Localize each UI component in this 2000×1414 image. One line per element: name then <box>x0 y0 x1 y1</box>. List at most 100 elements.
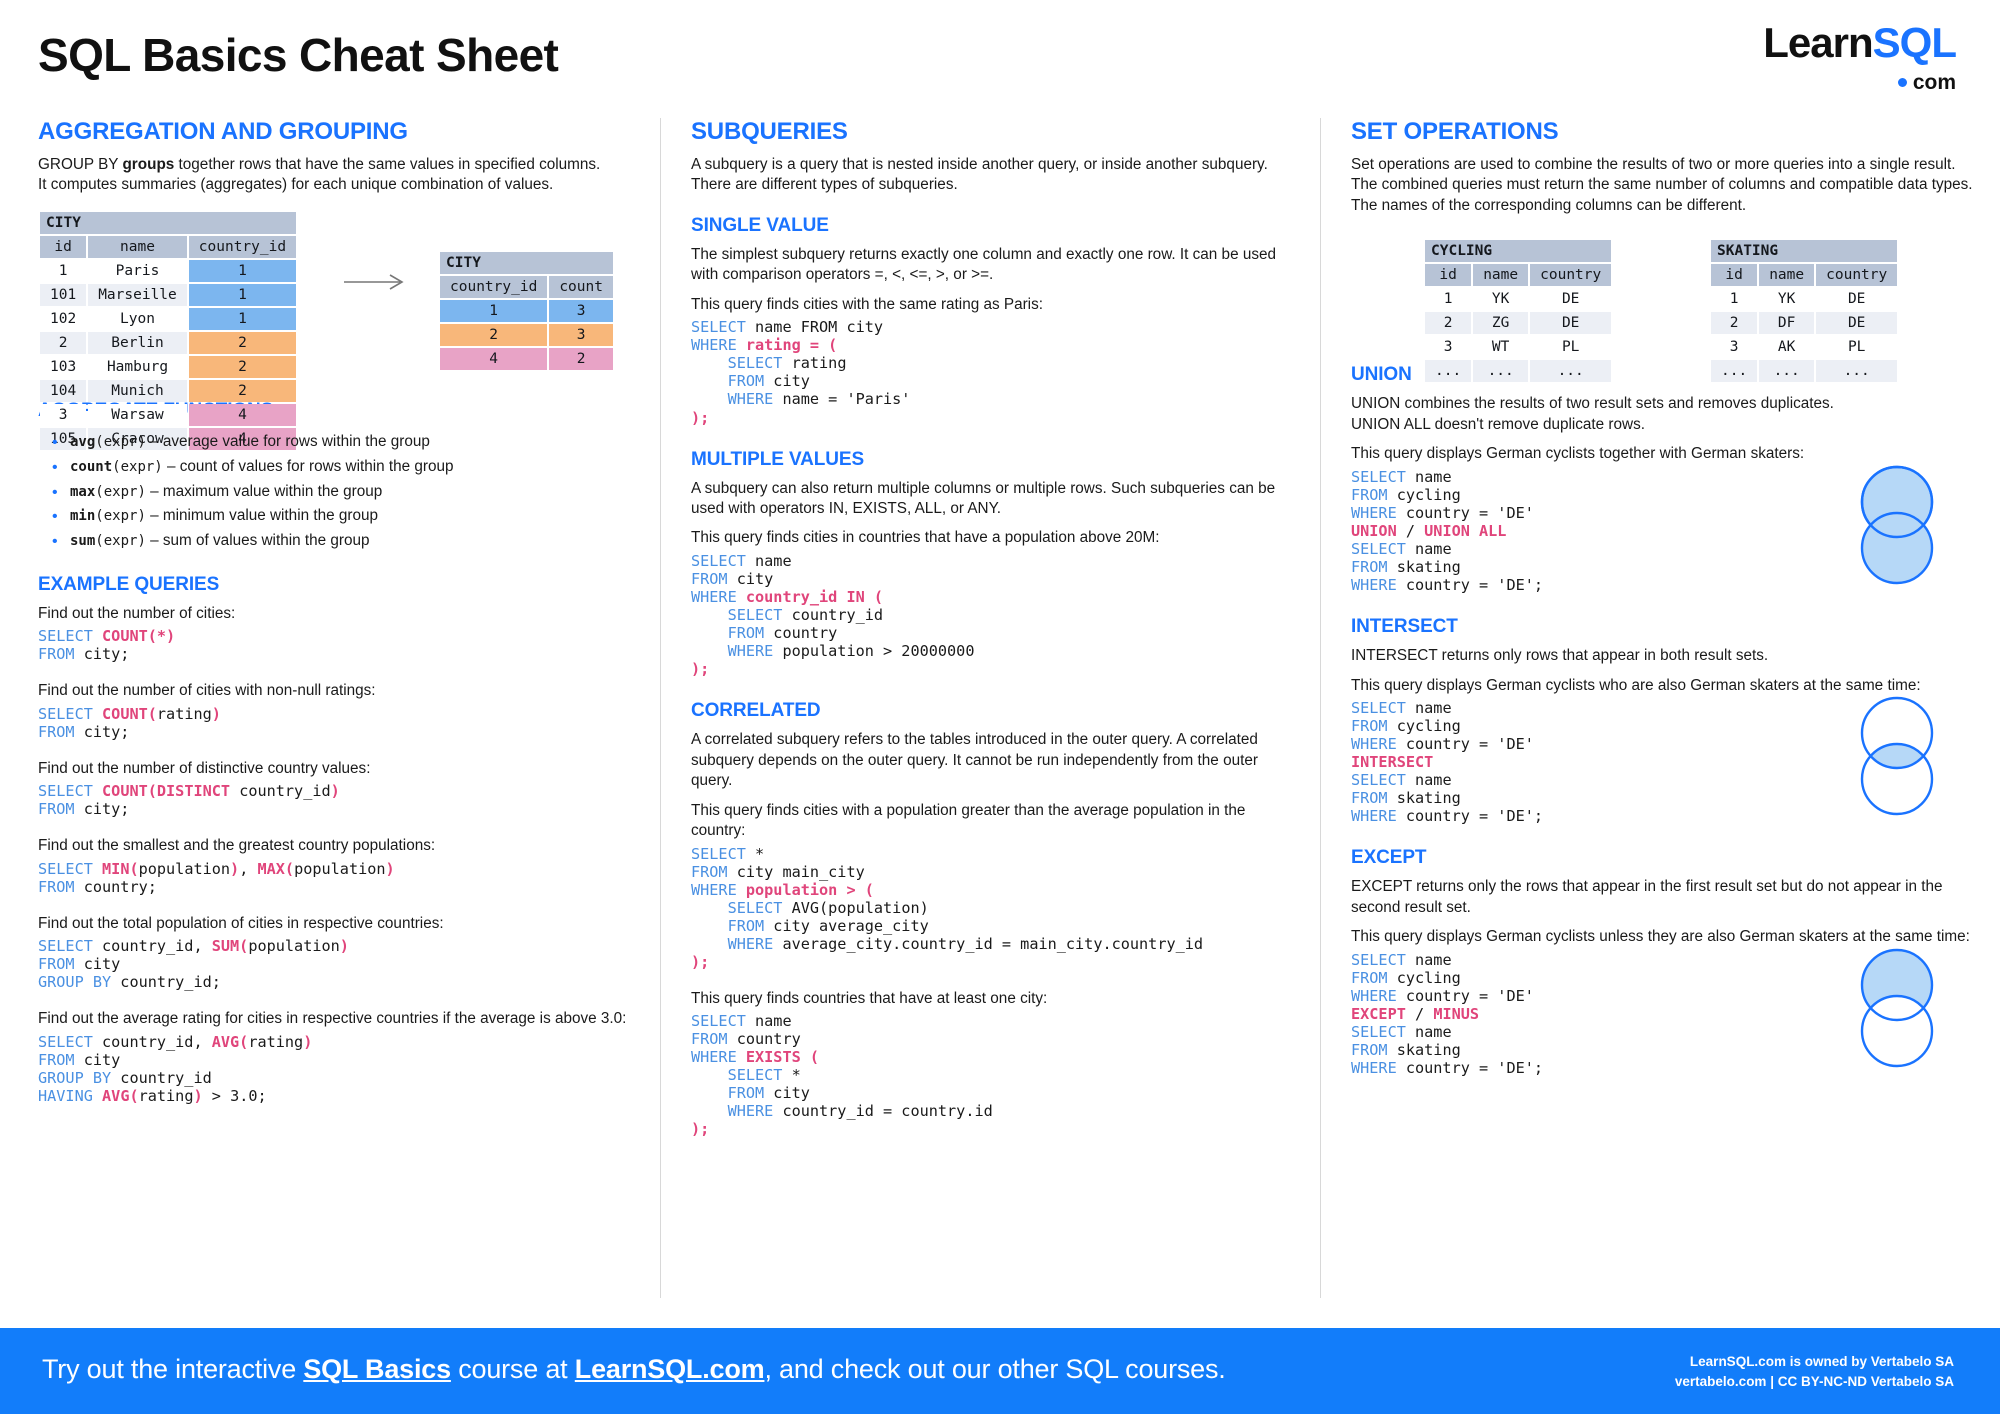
cell-id: 3 <box>40 403 87 426</box>
code-min-max: SELECT MIN(population), MAX(population) … <box>38 859 395 896</box>
set-operations-tables: CYCLING id name country 1 YK DE 2 ZG DE 3 WT PL.....… <box>1351 238 1976 383</box>
table-skating: SKATING id name country 1 YK DE 2 DF DE 3 AK PL.....… <box>1709 238 1899 384</box>
union-desc-line1: UNION combines the results of two result… <box>1351 395 1834 413</box>
section-heading-set-operations: SET OPERATIONS <box>1351 118 1559 145</box>
cell-name: Munich <box>88 379 187 402</box>
table-row: ......... <box>1711 360 1898 383</box>
list-item: • count(expr) – count of values for rows … <box>50 455 636 480</box>
table-cell: YK <box>1473 288 1529 311</box>
table-row: 2 ZG DE <box>1425 312 1612 335</box>
table-row: 23 <box>440 323 613 346</box>
table-column-header: country_id <box>440 275 548 298</box>
content-columns: AGGREGATION AND GROUPING GROUP BY groups… <box>0 118 2000 1298</box>
aggregation-intro-line2: It computes summaries (aggregates) for e… <box>38 176 554 194</box>
footer-link-sql-basics[interactable]: SQL Basics <box>303 1354 451 1384</box>
venn-union-icon <box>1860 465 1934 585</box>
table-column-header: country <box>1530 264 1612 287</box>
aggregate-fn-arg: (expr) <box>112 458 163 475</box>
bullet-icon: • <box>52 483 58 501</box>
table-cell: ... <box>1711 360 1758 383</box>
cell-count: 2 <box>549 347 613 370</box>
cheat-sheet-page: SQL Basics Cheat Sheet LearnSQL com AGGR… <box>0 0 2000 1414</box>
subheading-example-queries: EXAMPLE QUERIES <box>38 573 220 595</box>
aggregate-fn-desc: – sum of values within the group <box>145 532 370 550</box>
aggregate-fn-desc: – count of values for rows within the gr… <box>162 457 454 475</box>
table-row: 3 Warsaw 4 <box>40 403 297 426</box>
code-count-rating: SELECT COUNT(rating) FROM city; <box>38 704 221 741</box>
table-cell: DE <box>1530 288 1612 311</box>
aggregate-fn-desc: – maximum value within the group <box>145 482 383 500</box>
table-column-header: name <box>1473 264 1529 287</box>
single-value-desc: The simplest subquery returns exactly on… <box>691 245 1276 284</box>
single-value-caption: This query finds cities with the same ra… <box>691 295 1043 313</box>
cell-name: Hamburg <box>88 355 187 378</box>
list-item: • sum(expr) – sum of values within the gr… <box>50 529 636 554</box>
code-sum-group-by: SELECT country_id, SUM(population) FROM … <box>38 937 349 992</box>
footer-cta-mid: course at <box>450 1354 575 1384</box>
cell-country-id: 1 <box>188 283 297 306</box>
example-caption-4: Find out the smallest and the greatest c… <box>38 837 436 855</box>
except-desc: EXCEPT returns only the rows that appear… <box>1351 878 1943 916</box>
cell-country-id: 2 <box>440 323 548 346</box>
set-operations-intro: Set operations are used to combine the r… <box>1351 156 1973 214</box>
list-item: • min(expr) – minimum value within the gr… <box>50 504 636 529</box>
table-row: 3 WT PL <box>1425 336 1612 359</box>
table-column-header: id <box>1711 264 1758 287</box>
table-cell: ZG <box>1473 312 1529 335</box>
cell-country-id: 4 <box>188 403 297 426</box>
subheading-multiple-values: MULTIPLE VALUES <box>691 448 865 470</box>
arrow-right-icon <box>344 274 404 290</box>
bullet-icon: • <box>52 533 58 551</box>
table-row: ......... <box>1425 360 1612 383</box>
table-row: 1 YK DE <box>1425 288 1612 311</box>
example-caption-6: Find out the average rating for cities i… <box>38 1010 627 1028</box>
table-row: 101 Marseille 1 <box>40 283 297 306</box>
union-desc-line2: UNION ALL doesn't remove duplicate rows. <box>1351 415 1645 433</box>
cell-name: Marseille <box>88 283 187 306</box>
subheading-intersect: INTERSECT <box>1351 616 1458 638</box>
table-title: CITY <box>440 251 613 274</box>
footer-cta-post: , and check out our other SQL courses. <box>764 1354 1226 1384</box>
bullet-icon: • <box>52 458 58 476</box>
aggregate-fn-name: max <box>70 483 96 500</box>
table-cell: PL <box>1530 336 1612 359</box>
cell-id: 102 <box>40 307 87 330</box>
aggregate-function-list: • avg(expr) – average value for rows with… <box>50 430 636 554</box>
table-column-header: id <box>1425 264 1472 287</box>
logo-com-text: com <box>1912 71 1956 94</box>
cell-id: 1 <box>40 259 87 282</box>
logo-dot-icon <box>1897 78 1907 87</box>
table-cell: ... <box>1759 360 1815 383</box>
footer-link-learnsql[interactable]: LearnSQL.com <box>575 1354 765 1384</box>
section-heading-aggregation: AGGREGATION AND GROUPING <box>38 118 408 145</box>
multiple-values-caption: This query finds cities in countries tha… <box>691 529 1160 547</box>
table-row: 3 AK PL <box>1711 336 1898 359</box>
table-cell: ... <box>1425 360 1472 383</box>
table-cycling: CYCLING id name country 1 YK DE 2 ZG DE 3 WT PL.....… <box>1423 238 1613 384</box>
table-row: 102 Lyon 1 <box>40 307 297 330</box>
correlated-caption-1: This query finds cities with a populatio… <box>691 801 1246 840</box>
example-caption-1: Find out the number of cities: <box>38 604 236 622</box>
section-heading-subqueries: SUBQUERIES <box>691 118 848 145</box>
table-cell: DE <box>1816 312 1898 335</box>
table-row: 103 Hamburg 2 <box>40 355 297 378</box>
cell-count: 3 <box>549 323 613 346</box>
cell-id: 2 <box>40 331 87 354</box>
table-title: CITY <box>40 211 297 234</box>
table-cell: DE <box>1530 312 1612 335</box>
code-count-distinct: SELECT COUNT(DISTINCT country_id) FROM c… <box>38 782 340 819</box>
code-correlated-1: SELECT * FROM city main_city WHERE popul… <box>691 844 1204 971</box>
table-row: 2 Berlin 2 <box>40 331 297 354</box>
table-cell: ... <box>1473 360 1529 383</box>
table-column-header: country <box>1816 264 1898 287</box>
table-column-header: count <box>549 275 613 298</box>
table-title: SKATING <box>1711 240 1898 263</box>
footer-credit-owner: LearnSQL.com is owned by Vertabelo SA <box>1689 1354 1954 1369</box>
footer-cta-pre: Try out the interactive <box>42 1354 304 1384</box>
code-multiple-values: SELECT name FROM city WHERE country_id I… <box>691 551 975 679</box>
cell-country-id: 1 <box>188 307 297 330</box>
table-cell: PL <box>1816 336 1898 359</box>
venn-except-icon <box>1860 948 1934 1067</box>
code-having-avg: SELECT country_id, AVG(rating) FROM city… <box>38 1032 313 1105</box>
bullet-icon: • <box>52 508 58 526</box>
